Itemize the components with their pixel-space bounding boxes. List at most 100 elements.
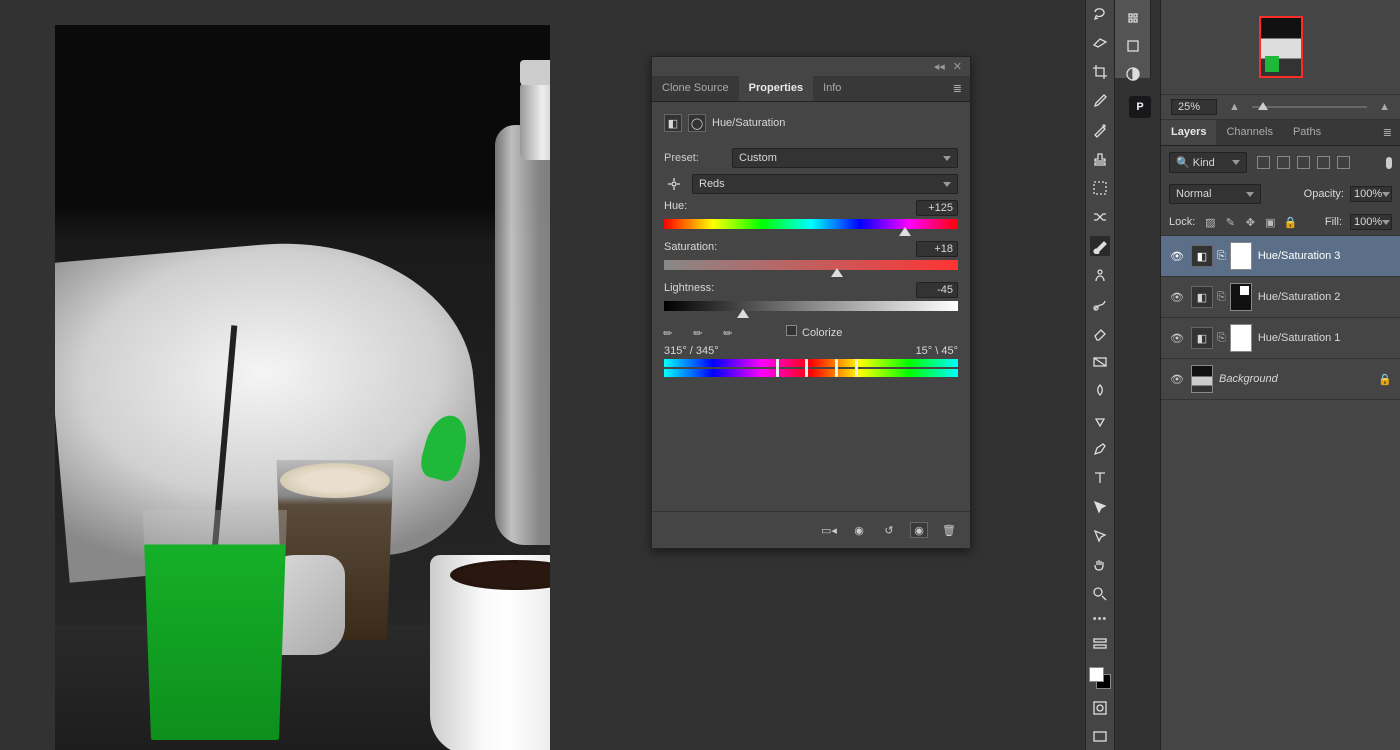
toggle-visibility-icon[interactable]: ◉ (910, 522, 928, 538)
lock-pixels-icon[interactable]: ✎ (1223, 215, 1237, 229)
healing-brush-tool-icon[interactable] (1090, 120, 1110, 140)
aux-adjust-icon[interactable] (1123, 36, 1143, 56)
filter-shape-icon[interactable] (1317, 156, 1330, 169)
edit-toolbar-icon[interactable] (1090, 634, 1110, 654)
navigator-panel[interactable] (1161, 0, 1400, 94)
layer-row[interactable]: 👁 ◧⎘ Hue/Saturation 3 (1161, 236, 1400, 277)
lock-transparency-icon[interactable]: ▨ (1203, 215, 1217, 229)
visibility-toggle-icon[interactable]: 👁 (1169, 332, 1185, 345)
quickmask-icon[interactable] (1090, 698, 1110, 718)
filter-toggle[interactable] (1386, 157, 1392, 169)
reset-icon[interactable]: ↺ (880, 522, 898, 538)
saturation-value[interactable]: +18 (916, 241, 958, 257)
filter-smart-icon[interactable] (1337, 156, 1350, 169)
visibility-toggle-icon[interactable]: 👁 (1169, 291, 1185, 304)
zoom-tool-icon[interactable] (1090, 584, 1110, 604)
sponge-tool-icon[interactable] (1090, 410, 1110, 430)
lock-position-icon[interactable]: ✥ (1243, 215, 1257, 229)
preset-select[interactable]: Custom (732, 148, 958, 168)
filter-type-icon[interactable] (1297, 156, 1310, 169)
targeted-adjust-icon[interactable] (664, 174, 684, 194)
eyedropper-tool-icon[interactable] (1090, 91, 1110, 111)
collapse-icon[interactable]: ◂◂ (934, 60, 945, 73)
crop-tool-icon[interactable] (1090, 62, 1110, 82)
stamp-tool-icon[interactable] (1090, 149, 1110, 169)
aux-brush-icon[interactable] (1123, 8, 1143, 28)
lock-artboard-icon[interactable]: ▣ (1263, 215, 1277, 229)
layer-mask[interactable] (1230, 324, 1252, 352)
layer-thumbnail[interactable] (1191, 365, 1213, 393)
link-icon[interactable]: ⎘ (1217, 250, 1226, 263)
opacity-value[interactable]: 100% (1350, 186, 1392, 202)
zoom-value[interactable]: 25% (1171, 99, 1217, 115)
marquee-tool-icon[interactable] (1090, 178, 1110, 198)
saturation-slider[interactable] (664, 260, 958, 270)
lock-indicator-icon[interactable]: 🔒 (1378, 373, 1392, 386)
hand-tool-icon[interactable] (1090, 555, 1110, 575)
tab-info[interactable]: Info (813, 76, 851, 101)
hue-value[interactable]: +125 (916, 200, 958, 216)
smudge-tool-icon[interactable] (1090, 381, 1110, 401)
layer-row[interactable]: 👁 ◧⎘ Hue/Saturation 1 (1161, 318, 1400, 359)
delete-icon[interactable]: 🗑 (940, 522, 958, 538)
color-range-slider[interactable] (664, 359, 958, 377)
layer-mask[interactable] (1230, 242, 1252, 270)
link-icon[interactable]: ⎘ (1217, 291, 1226, 304)
tab-paths[interactable]: Paths (1283, 120, 1331, 145)
tab-layers[interactable]: Layers (1161, 120, 1216, 145)
visibility-toggle-icon[interactable]: 👁 (1169, 250, 1185, 263)
layer-name[interactable]: Hue/Saturation 3 (1258, 250, 1392, 262)
pen-tool-icon[interactable] (1090, 439, 1110, 459)
eyedropper-icon[interactable]: ✎ (660, 319, 685, 344)
person-tool-icon[interactable] (1090, 265, 1110, 285)
quick-select-tool-icon[interactable] (1090, 33, 1110, 53)
eraser-tool-icon[interactable] (1090, 323, 1110, 343)
aux-contrast-icon[interactable] (1123, 64, 1143, 84)
brush-tool-icon[interactable] (1090, 236, 1110, 256)
lightness-value[interactable]: -45 (916, 282, 958, 298)
layer-name[interactable]: Background (1219, 373, 1372, 385)
layer-mask[interactable] (1230, 283, 1252, 311)
document-image[interactable] (55, 25, 550, 750)
eyedropper-subtract-icon[interactable]: ✎ (720, 319, 745, 344)
link-icon[interactable]: ⎘ (1217, 332, 1226, 345)
direct-select-tool-icon[interactable] (1090, 526, 1110, 546)
gradient-tool-icon[interactable] (1090, 352, 1110, 372)
path-select-tool-icon[interactable] (1090, 497, 1110, 517)
filter-pixel-icon[interactable] (1257, 156, 1270, 169)
eyedropper-add-icon[interactable]: ✎ (690, 319, 715, 344)
close-icon[interactable]: ✕ (953, 60, 962, 73)
layer-name[interactable]: Hue/Saturation 2 (1258, 291, 1392, 303)
color-swatches[interactable] (1089, 667, 1111, 689)
filter-adjust-icon[interactable] (1277, 156, 1290, 169)
layer-row[interactable]: 👁 Background 🔒 (1161, 359, 1400, 400)
tab-properties[interactable]: Properties (739, 76, 813, 101)
zoom-in-icon[interactable]: ▲ (1379, 101, 1390, 113)
colorize-checkbox[interactable]: Colorize (786, 325, 842, 339)
clip-to-layer-icon[interactable]: ▭◂ (820, 522, 838, 538)
tab-channels[interactable]: Channels (1216, 120, 1282, 145)
layers-menu-icon[interactable]: ≣ (1375, 120, 1400, 145)
channel-select[interactable]: Reds (692, 174, 958, 194)
more-tools-icon[interactable]: ••• (1093, 613, 1108, 625)
pexels-icon[interactable]: P (1129, 96, 1151, 118)
layer-name[interactable]: Hue/Saturation 1 (1258, 332, 1392, 344)
blend-mode-select[interactable]: Normal (1169, 184, 1261, 204)
lock-all-icon[interactable]: 🔒 (1283, 215, 1297, 229)
navigator-thumbnail[interactable] (1259, 16, 1303, 78)
visibility-toggle-icon[interactable]: 👁 (1169, 373, 1185, 386)
type-tool-icon[interactable] (1090, 468, 1110, 488)
zoom-slider[interactable] (1252, 106, 1367, 108)
lightness-slider[interactable] (664, 301, 958, 311)
lasso-tool-icon[interactable] (1090, 4, 1110, 24)
view-previous-icon[interactable]: ◉ (850, 522, 868, 538)
panel-menu-icon[interactable]: ≣ (945, 76, 970, 101)
shuffle-tool-icon[interactable] (1090, 207, 1110, 227)
zoom-out-icon[interactable]: ▲ (1229, 101, 1240, 113)
layer-filter-select[interactable]: 🔍 Kind (1169, 152, 1247, 173)
tab-clone-source[interactable]: Clone Source (652, 76, 739, 101)
fill-value[interactable]: 100% (1350, 214, 1392, 230)
hue-slider[interactable] (664, 219, 958, 229)
history-brush-tool-icon[interactable] (1090, 294, 1110, 314)
screenmode-icon[interactable] (1090, 727, 1110, 747)
